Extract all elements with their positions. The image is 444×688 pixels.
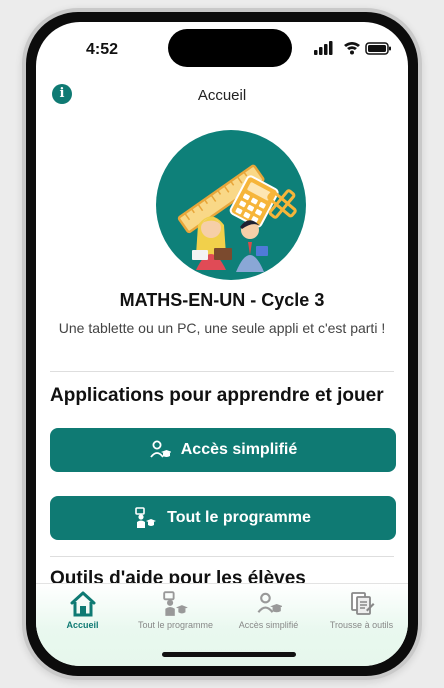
dynamic-island <box>168 29 292 67</box>
tab-toolkit[interactable]: Trousse à outils <box>315 590 408 634</box>
tab-simplified-access-label: Accès simplifié <box>238 620 299 630</box>
tab-home[interactable]: Accueil <box>36 590 129 634</box>
page-title: Accueil <box>197 87 247 104</box>
status-time: 4:52 <box>86 41 119 58</box>
status-bar: 4:52 <box>36 22 408 72</box>
simplified-access-button[interactable]: Accès simplifié <box>50 428 396 472</box>
app-subtitle: Une tablette ou un PC, une seule appli e… <box>58 320 386 336</box>
tab-full-program[interactable]: Tout le programme <box>129 590 222 634</box>
full-program-label: Tout le programme <box>167 509 311 526</box>
battery-icon <box>365 42 391 55</box>
home-indicator <box>162 652 296 657</box>
app-title: MATHS-EN-UN - Cycle 3 <box>119 290 325 310</box>
divider <box>50 371 394 372</box>
tab-simplified-access[interactable]: Accès simplifié <box>222 590 315 634</box>
documents-icon <box>315 590 408 618</box>
section-heading-apps: Applications pour apprendre et jouer <box>50 385 384 406</box>
wifi-icon <box>344 42 360 55</box>
top-bar: i Accueil <box>36 80 408 110</box>
tab-full-program-label: Tout le programme <box>137 620 214 630</box>
tab-toolkit-label: Trousse à outils <box>329 620 394 630</box>
app-screen: 4:52 i Accueil MATHS-EN-UN - Cycle 3 Une… <box>36 22 408 666</box>
full-program-button[interactable]: Tout le programme <box>50 496 396 540</box>
student-board-icon <box>135 507 157 529</box>
status-icons <box>314 41 391 55</box>
tab-home-label: Accueil <box>66 620 99 630</box>
signal-icon <box>314 41 333 55</box>
student-icon <box>149 440 171 460</box>
home-icon <box>36 590 129 618</box>
simplified-access-label: Accès simplifié <box>180 441 298 458</box>
student-icon <box>222 590 315 618</box>
student-board-icon <box>129 590 222 618</box>
app-logo <box>156 130 306 280</box>
divider <box>50 556 394 557</box>
